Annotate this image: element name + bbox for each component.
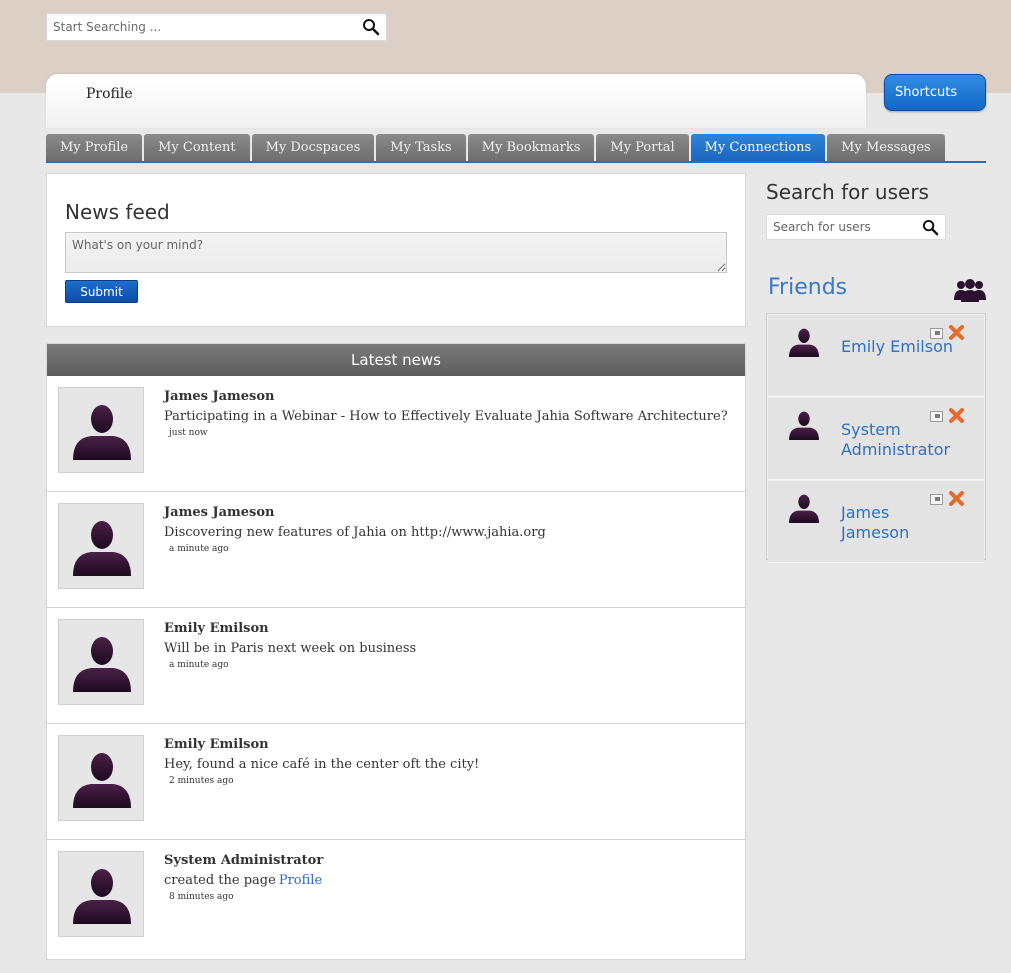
tab-underline [46,161,986,163]
news-timestamp: a minute ago [169,544,229,554]
friends-title: Friends [768,275,848,300]
news-author[interactable]: James Jameson [164,389,275,404]
global-search[interactable] [46,13,387,41]
news-author[interactable]: Emily Emilson [164,737,269,752]
tab-my-content[interactable]: My Content [144,134,250,161]
news-list: James Jameson Participating in a Webinar … [47,376,745,956]
friend-item: Emily Emilson [768,315,984,397]
global-search-input[interactable] [47,14,347,40]
friend-name[interactable]: James Jameson [841,503,961,543]
tab-my-docspaces[interactable]: My Docspaces [251,134,375,161]
page-title-bar: Profile [46,74,866,128]
friend-avatar[interactable] [788,493,820,527]
news-item: James Jameson Participating in a Webinar … [47,376,745,492]
remove-x-icon[interactable] [948,490,965,507]
remove-x-icon[interactable] [948,407,965,424]
news-text-body: Participating in a Webinar - How to Effe… [164,409,728,424]
avatar[interactable] [58,851,144,937]
news-text-body: Discovering new features of Jahia on htt… [164,525,546,540]
news-author[interactable]: James Jameson [164,505,275,520]
news-timestamp: a minute ago [169,660,229,670]
friend-avatar[interactable] [788,327,820,361]
friend-item: System Administrator [768,398,984,480]
friend-item: James Jameson [768,481,984,563]
news-timestamp: 8 minutes ago [169,892,234,902]
friend-avatar[interactable] [788,410,820,444]
tab-my-portal[interactable]: My Portal [596,134,689,161]
user-silhouette-icon [73,521,131,576]
news-text: Participating in a Webinar - How to Effe… [164,409,728,424]
news-text-body: Will be in Paris next week on business [164,641,417,656]
news-item: System Administrator created the page Prof… [47,840,745,956]
user-group-icon [954,279,986,302]
news-text-body: created the page [164,873,276,888]
status-textarea[interactable] [65,232,727,273]
latest-news-header: Latest news [47,344,745,376]
news-author[interactable]: System Administrator [164,853,323,868]
user-silhouette-icon [789,494,819,523]
news-text: Hey, found a nice café in the center oft… [164,757,479,772]
tab-my-messages[interactable]: My Messages [827,134,945,161]
latest-news-panel: Latest news James Jameson Participating i… [46,343,746,960]
user-search[interactable] [766,214,946,240]
news-item: Emily Emilson Hey, found a nice café in t… [47,724,745,840]
news-text-body: Hey, found a nice café in the center oft… [164,757,480,772]
tab-my-profile[interactable]: My Profile [46,134,143,161]
user-search-input[interactable] [767,215,917,239]
shortcuts-button[interactable]: Shortcuts [884,74,986,111]
avatar[interactable] [58,387,144,473]
friends-list: Emily Emilson System Administrator James J… [766,313,986,563]
user-silhouette-icon [73,753,131,808]
avatar[interactable] [58,503,144,589]
avatar[interactable] [58,735,144,821]
friend-name[interactable]: System Administrator [841,420,961,460]
tab-my-tasks[interactable]: My Tasks [376,134,466,161]
envelope-icon[interactable] [930,494,943,505]
user-silhouette-icon [73,869,131,924]
page-title: Profile [86,86,133,102]
news-link[interactable]: Profile [279,873,322,888]
search-icon[interactable] [922,219,939,236]
news-item: Emily Emilson Will be in Paris next week … [47,608,745,724]
news-feed-title: News feed [65,200,170,224]
news-timestamp: 2 minutes ago [169,776,234,786]
search-icon[interactable] [362,18,380,36]
user-silhouette-icon [789,411,819,440]
friend-name[interactable]: Emily Emilson [841,337,961,357]
submit-button[interactable]: Submit [65,280,138,303]
envelope-icon[interactable] [930,411,943,422]
news-text: Discovering new features of Jahia on htt… [164,525,546,540]
news-item: James Jameson Discovering new features of… [47,492,745,608]
tab-my-connections[interactable]: My Connections [690,134,826,161]
news-text: created the page Profile [164,873,322,888]
news-author[interactable]: Emily Emilson [164,621,269,636]
user-silhouette-icon [73,405,131,460]
profile-tabs: My Profile My Content My Docspaces My Tasks… [46,134,945,161]
user-silhouette-icon [789,328,819,357]
search-users-title: Search for users [766,180,929,204]
news-text: Will be in Paris next week on business [164,641,416,656]
envelope-icon[interactable] [930,328,943,339]
avatar[interactable] [58,619,144,705]
news-feed-panel: News feed Submit [46,173,746,327]
remove-x-icon[interactable] [948,324,965,341]
user-silhouette-icon [73,637,131,692]
tab-my-bookmarks[interactable]: My Bookmarks [467,134,595,161]
news-timestamp: just now [169,428,208,438]
